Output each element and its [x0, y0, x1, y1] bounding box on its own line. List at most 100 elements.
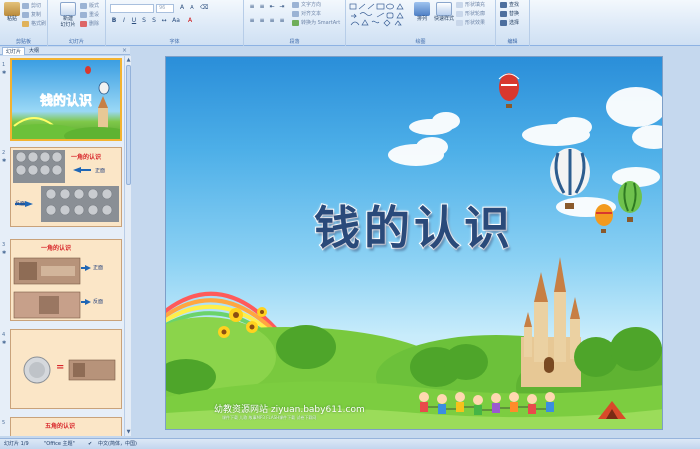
slide-thumbnails: 1 ✱ 钱的认识 2 ✱ 一角的认识 正面 反面 3 ✱ 一角的认识 正面 反面…: [0, 56, 124, 436]
spellcheck-icon[interactable]: ✔: [88, 439, 92, 449]
castle: [521, 257, 581, 387]
numbering-button[interactable]: ≡: [258, 3, 266, 11]
new-slide-icon: [60, 2, 76, 16]
thumbnail-slide-4[interactable]: =: [10, 329, 122, 409]
tab-slides[interactable]: 幻灯片: [2, 47, 26, 55]
animation-icon: ✱: [2, 340, 7, 346]
reset-icon: [80, 11, 87, 18]
italic-button[interactable]: I: [120, 17, 128, 25]
cut-button[interactable]: 剪切: [22, 2, 41, 11]
font-size-box[interactable]: 96: [156, 4, 174, 13]
new-slide-button[interactable]: 新建 幻灯片: [56, 2, 80, 32]
thumbnails-scrollbar[interactable]: ▲ ▼: [124, 56, 131, 436]
group-slides: 新建 幻灯片 版式 重设 删除 幻灯片: [48, 0, 106, 46]
shadow-button[interactable]: S: [150, 17, 158, 25]
binoculars-icon: [500, 1, 507, 8]
spacing-button[interactable]: ↔: [160, 17, 168, 25]
replace-button[interactable]: 替换: [500, 10, 519, 19]
pen-icon: [456, 10, 463, 17]
align-center-button[interactable]: ≡: [258, 17, 266, 25]
watermark-subtitle: 课件下载 儿歌 故事MP3 FLASH课件下载 试卷下载网: [222, 415, 317, 420]
cursor-icon: [500, 19, 507, 26]
scrollbar-thumb[interactable]: [126, 65, 131, 185]
close-pane-icon[interactable]: ×: [122, 47, 127, 55]
scroll-down-icon[interactable]: ▼: [125, 428, 132, 436]
group-clipboard: 粘贴 剪切 复制 格式刷 剪贴板: [0, 0, 48, 46]
underline-button[interactable]: U: [130, 17, 138, 25]
shape-effects-button[interactable]: 形状效果: [456, 19, 485, 28]
scissors-icon: [22, 2, 29, 9]
bold-button[interactable]: B: [110, 17, 118, 25]
strikethrough-button[interactable]: S: [140, 17, 148, 25]
paint-bucket-icon: [456, 1, 463, 8]
thumbnail-slide-3[interactable]: 一角的认识 正面 反面: [10, 239, 122, 321]
bullets-button[interactable]: ≡: [248, 3, 256, 11]
smartart-button[interactable]: 转换为 SmartArt: [292, 19, 340, 28]
watermark-site: 幼教资源网站 ziyuan.baby611.com: [214, 405, 365, 415]
editing-caption: 编辑: [507, 39, 518, 45]
indent-more-button[interactable]: ⇥: [278, 3, 286, 11]
arrange-button[interactable]: 排列: [412, 2, 432, 32]
shrink-font-button[interactable]: A: [188, 4, 196, 12]
delete-slide-button[interactable]: 删除: [80, 20, 99, 29]
clear-format-button[interactable]: ⌫: [200, 4, 208, 12]
align-text-button[interactable]: 对齐文本: [292, 10, 321, 19]
thumb-title: 五角的认识: [45, 423, 76, 430]
thumbnail-slide-5[interactable]: 五角的认识: [10, 417, 122, 436]
slide-title[interactable]: 钱的认识: [166, 192, 662, 258]
format-painter-button[interactable]: 格式刷: [22, 20, 46, 29]
text-direction-button[interactable]: 文字方向: [292, 1, 321, 10]
group-drawing: 排列 快速样式 形状填充 形状轮廓 形状效果 绘图: [346, 0, 496, 46]
drawing-caption: 绘图: [415, 39, 426, 45]
delete-icon: [80, 20, 87, 27]
layout-button[interactable]: 版式: [80, 2, 99, 11]
indent-less-button[interactable]: ⇤: [268, 3, 276, 11]
thumb-equals: =: [56, 362, 65, 373]
thumb-title: 一角的认识: [71, 154, 102, 161]
find-button[interactable]: 查找: [500, 1, 519, 10]
grow-font-button[interactable]: A: [178, 4, 186, 12]
group-font: 96 A A ⌫ B I U S S ↔ Aa A 字体: [106, 0, 244, 46]
font-name-box[interactable]: [110, 4, 154, 13]
slide-editing-area: 钱的认识 幼教资源网站 ziyuan.baby611.com 课件下载 儿歌 故…: [132, 47, 700, 438]
thumb-coin-note: [23, 356, 116, 384]
align-right-button[interactable]: ≡: [268, 17, 276, 25]
copy-icon: [22, 11, 29, 18]
tab-outline[interactable]: 大纲: [26, 47, 42, 55]
animation-icon: ✱: [2, 250, 7, 256]
slide-canvas[interactable]: 钱的认识 幼教资源网站 ziyuan.baby611.com 课件下载 儿歌 故…: [165, 56, 663, 430]
scroll-up-icon[interactable]: ▲: [125, 56, 132, 64]
case-button[interactable]: Aa: [172, 17, 180, 25]
thumb-number: 3: [2, 242, 6, 248]
align-left-button[interactable]: ≡: [248, 17, 256, 25]
animation-icon: ✱: [2, 70, 7, 76]
group-editing: 查找 替换 选择 编辑: [496, 0, 530, 46]
thumb-scene: [12, 66, 120, 139]
status-bar: 幻灯片 1/9 "Office 主题" ✔ 中文(简体，中国): [0, 438, 700, 449]
shape-outline-button[interactable]: 形状轮廓: [456, 10, 485, 19]
justify-button[interactable]: ≡: [278, 17, 286, 25]
select-button[interactable]: 选择: [500, 19, 519, 28]
shape-fill-button[interactable]: 形状填充: [456, 1, 485, 10]
thumb-label-back: 反面: [93, 299, 104, 305]
language-status[interactable]: 中文(简体，中国): [98, 439, 137, 449]
ribbon: 粘贴 剪切 复制 格式刷 剪贴板 新建 幻灯片 版式 重设 删除 幻灯片 96: [0, 0, 700, 46]
thumbnail-slide-1[interactable]: 钱的认识: [10, 58, 122, 141]
theme-name: "Office 主题": [44, 441, 75, 447]
smartart-icon: [292, 19, 299, 26]
thumb-label-front: 正面: [95, 168, 106, 174]
quick-styles-button[interactable]: 快速样式: [432, 2, 456, 32]
clipboard-caption: 剪贴板: [15, 39, 31, 45]
paste-button[interactable]: 粘贴: [2, 2, 22, 32]
animation-icon: ✱: [2, 158, 7, 164]
shapes-gallery[interactable]: [349, 3, 409, 27]
layout-icon: [80, 2, 87, 9]
effects-icon: [456, 19, 463, 26]
reset-button[interactable]: 重设: [80, 11, 99, 20]
quick-styles-icon: [436, 2, 452, 16]
slide-count: 幻灯片 1/9: [4, 441, 29, 447]
thumbnail-slide-2[interactable]: 一角的认识 正面 反面: [10, 147, 122, 227]
thumb-number: 1: [2, 62, 6, 68]
font-color-button[interactable]: A: [186, 17, 194, 25]
copy-button[interactable]: 复制: [22, 11, 41, 20]
